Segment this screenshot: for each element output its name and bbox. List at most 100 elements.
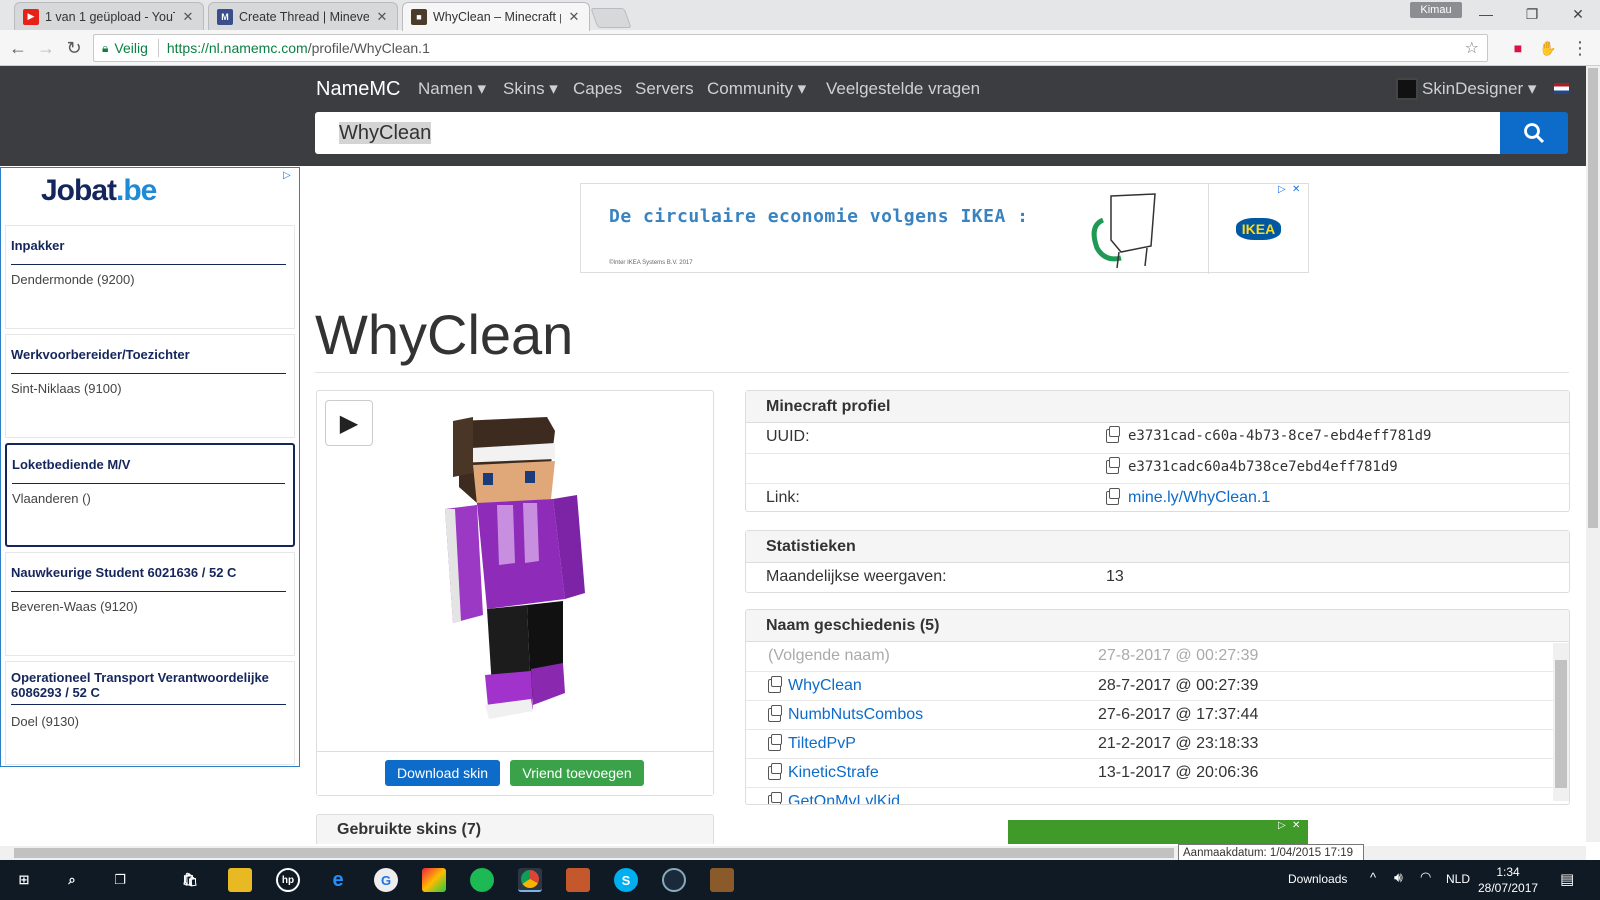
job-item[interactable]: Loketbediende M/V Vlaanderen (): [5, 443, 295, 547]
menu-icon[interactable]: ⋮: [1568, 36, 1592, 60]
restore-icon[interactable]: ❐: [1514, 4, 1550, 24]
language-indicator[interactable]: NLD: [1446, 872, 1470, 886]
minecraft-profile-panel: Minecraft profiel UUID: e3731cad-c60a-4b…: [745, 390, 1570, 512]
explorer-icon[interactable]: [228, 868, 252, 892]
search-icon: [1524, 123, 1545, 144]
panel-heading: Naam geschiedenis (5): [746, 610, 1569, 642]
copy-icon[interactable]: [1106, 457, 1120, 474]
avatar: [1396, 78, 1418, 100]
nav-skins[interactable]: Skins ▾: [503, 79, 558, 99]
search-value: WhyClean: [339, 122, 432, 144]
spotify-icon[interactable]: [470, 868, 494, 892]
ikea-ad[interactable]: De circulaire economie volgens IKEA : ©I…: [580, 183, 1309, 274]
back-icon[interactable]: ←: [6, 36, 30, 60]
copy-icon[interactable]: [768, 676, 782, 693]
job-item[interactable]: Werkvoorbereider/Toezichter Sint-Niklaas…: [5, 334, 295, 438]
skin-viewer[interactable]: ▶ Download skin Vriend toevoegen: [316, 390, 714, 796]
history-name-link[interactable]: GetOnMyLvlKid: [788, 793, 900, 804]
nav-servers[interactable]: Servers: [635, 79, 694, 99]
skype-icon[interactable]: S: [614, 868, 638, 892]
clock[interactable]: 1:34 28/07/2017: [1478, 864, 1538, 896]
nav-faq[interactable]: Veelgestelde vragen: [826, 79, 980, 99]
tab-mineverse[interactable]: M Create Thread | Minevers ✕: [208, 2, 398, 30]
windows-start-icon[interactable]: ⊞: [12, 868, 36, 892]
address-bar[interactable]: 🔒︎ Veilig https://nl.namemc.com/profile/…: [93, 34, 1488, 62]
play-button[interactable]: ▶: [325, 400, 373, 446]
app-icon[interactable]: G: [374, 868, 398, 892]
ad-close-icon[interactable]: ✕: [1292, 184, 1304, 196]
star-icon[interactable]: ☆: [1465, 38, 1479, 58]
extension-icon[interactable]: ✋: [1536, 36, 1560, 60]
notifications-icon[interactable]: ▤: [1560, 870, 1574, 888]
minimize-icon[interactable]: —: [1468, 4, 1504, 24]
search-button[interactable]: [1500, 112, 1568, 154]
copy-icon[interactable]: [768, 792, 782, 804]
volume-icon[interactable]: 🔊︎: [1394, 869, 1403, 886]
scrollbar-thumb[interactable]: [1555, 660, 1567, 788]
job-item[interactable]: Nauwkeurige Student 6021636 / 52 C Bever…: [5, 552, 295, 656]
tab-youtube[interactable]: ▶ 1 van 1 geüpload - YouTu ✕: [14, 2, 204, 30]
ad-close-icon[interactable]: ✕: [1292, 820, 1304, 832]
edge-icon[interactable]: e: [326, 868, 350, 892]
hp-icon[interactable]: hp: [276, 868, 300, 892]
ad-info-icon[interactable]: ▷: [283, 170, 295, 182]
panel-heading: Minecraft profiel: [746, 391, 1569, 423]
profile-link[interactable]: mine.ly/WhyClean.1: [1128, 489, 1270, 507]
copy-icon[interactable]: [768, 734, 782, 751]
user-menu[interactable]: SkinDesigner ▾: [1396, 78, 1536, 100]
history-name-link[interactable]: NumbNutsCombos: [788, 706, 923, 724]
download-skin-button[interactable]: Download skin: [385, 760, 500, 786]
site-brand[interactable]: NameMC: [316, 78, 400, 101]
divider: [11, 591, 286, 592]
scrollbar-thumb[interactable]: [14, 848, 1174, 858]
close-window-icon[interactable]: ✕: [1560, 4, 1596, 24]
bottom-ad[interactable]: ▷ ✕: [1008, 820, 1308, 844]
job-item[interactable]: Operationeel Transport Verantwoordelijke…: [5, 661, 295, 765]
extension-icon[interactable]: ■: [1506, 36, 1530, 60]
chrome-icon[interactable]: [518, 868, 542, 892]
divider: [12, 483, 285, 484]
logo-text: IKEA: [1235, 218, 1282, 240]
search-icon[interactable]: ⌕: [60, 868, 84, 892]
close-icon[interactable]: ✕: [567, 9, 581, 25]
history-name-link[interactable]: WhyClean: [788, 677, 862, 695]
forward-icon[interactable]: →: [34, 36, 58, 60]
task-view-icon[interactable]: ❐: [108, 868, 132, 892]
flag-nl-icon[interactable]: [1554, 83, 1569, 94]
jobat-logo: Jobat.be: [41, 174, 157, 208]
history-row: NumbNutsCombos 27-6-2017 @ 17:37:44: [746, 700, 1569, 729]
scrollbar-thumb[interactable]: [1588, 68, 1598, 528]
history-name-link[interactable]: KineticStrafe: [788, 764, 879, 782]
reload-icon[interactable]: ↻: [62, 36, 86, 60]
job-ad[interactable]: Jobat.be ▷ Inpakker Dendermonde (9200) W…: [0, 167, 300, 767]
add-friend-button[interactable]: Vriend toevoegen: [510, 760, 644, 786]
close-icon[interactable]: ✕: [181, 9, 195, 25]
nav-community[interactable]: Community ▾: [707, 79, 806, 99]
nav-namen[interactable]: Namen ▾: [418, 79, 486, 99]
steam-icon[interactable]: [662, 868, 686, 892]
profile-badge[interactable]: Kimau: [1410, 2, 1462, 18]
minecraft-icon[interactable]: [710, 868, 734, 892]
job-item[interactable]: Inpakker Dendermonde (9200): [5, 225, 295, 329]
close-icon[interactable]: ✕: [375, 9, 389, 25]
new-tab-button[interactable]: [590, 8, 632, 28]
copy-icon[interactable]: [768, 763, 782, 780]
app-icon[interactable]: [566, 868, 590, 892]
copy-icon[interactable]: [1106, 488, 1120, 505]
tray-downloads[interactable]: Downloads: [1288, 872, 1347, 886]
search-input[interactable]: WhyClean: [315, 112, 1500, 154]
tab-title: Create Thread | Minevers: [239, 9, 369, 24]
nav-capes[interactable]: Capes: [573, 79, 622, 99]
wifi-icon[interactable]: ◠: [1420, 869, 1431, 885]
ad-info-icon[interactable]: ▷: [1278, 184, 1290, 196]
copy-icon[interactable]: [768, 705, 782, 722]
logo-text-a: Jobat: [41, 174, 117, 207]
skin-preview[interactable]: [427, 413, 597, 723]
store-icon[interactable]: 🛍︎: [178, 868, 202, 892]
tray-chevron-icon[interactable]: ^: [1370, 870, 1376, 885]
tab-namemc[interactable]: ■ WhyClean – Minecraft pr ✕: [402, 2, 590, 31]
copy-icon[interactable]: [1106, 426, 1120, 443]
history-name-link[interactable]: TiltedPvP: [788, 735, 856, 753]
ad-info-icon[interactable]: ▷: [1278, 820, 1290, 832]
app-icon[interactable]: [422, 868, 446, 892]
